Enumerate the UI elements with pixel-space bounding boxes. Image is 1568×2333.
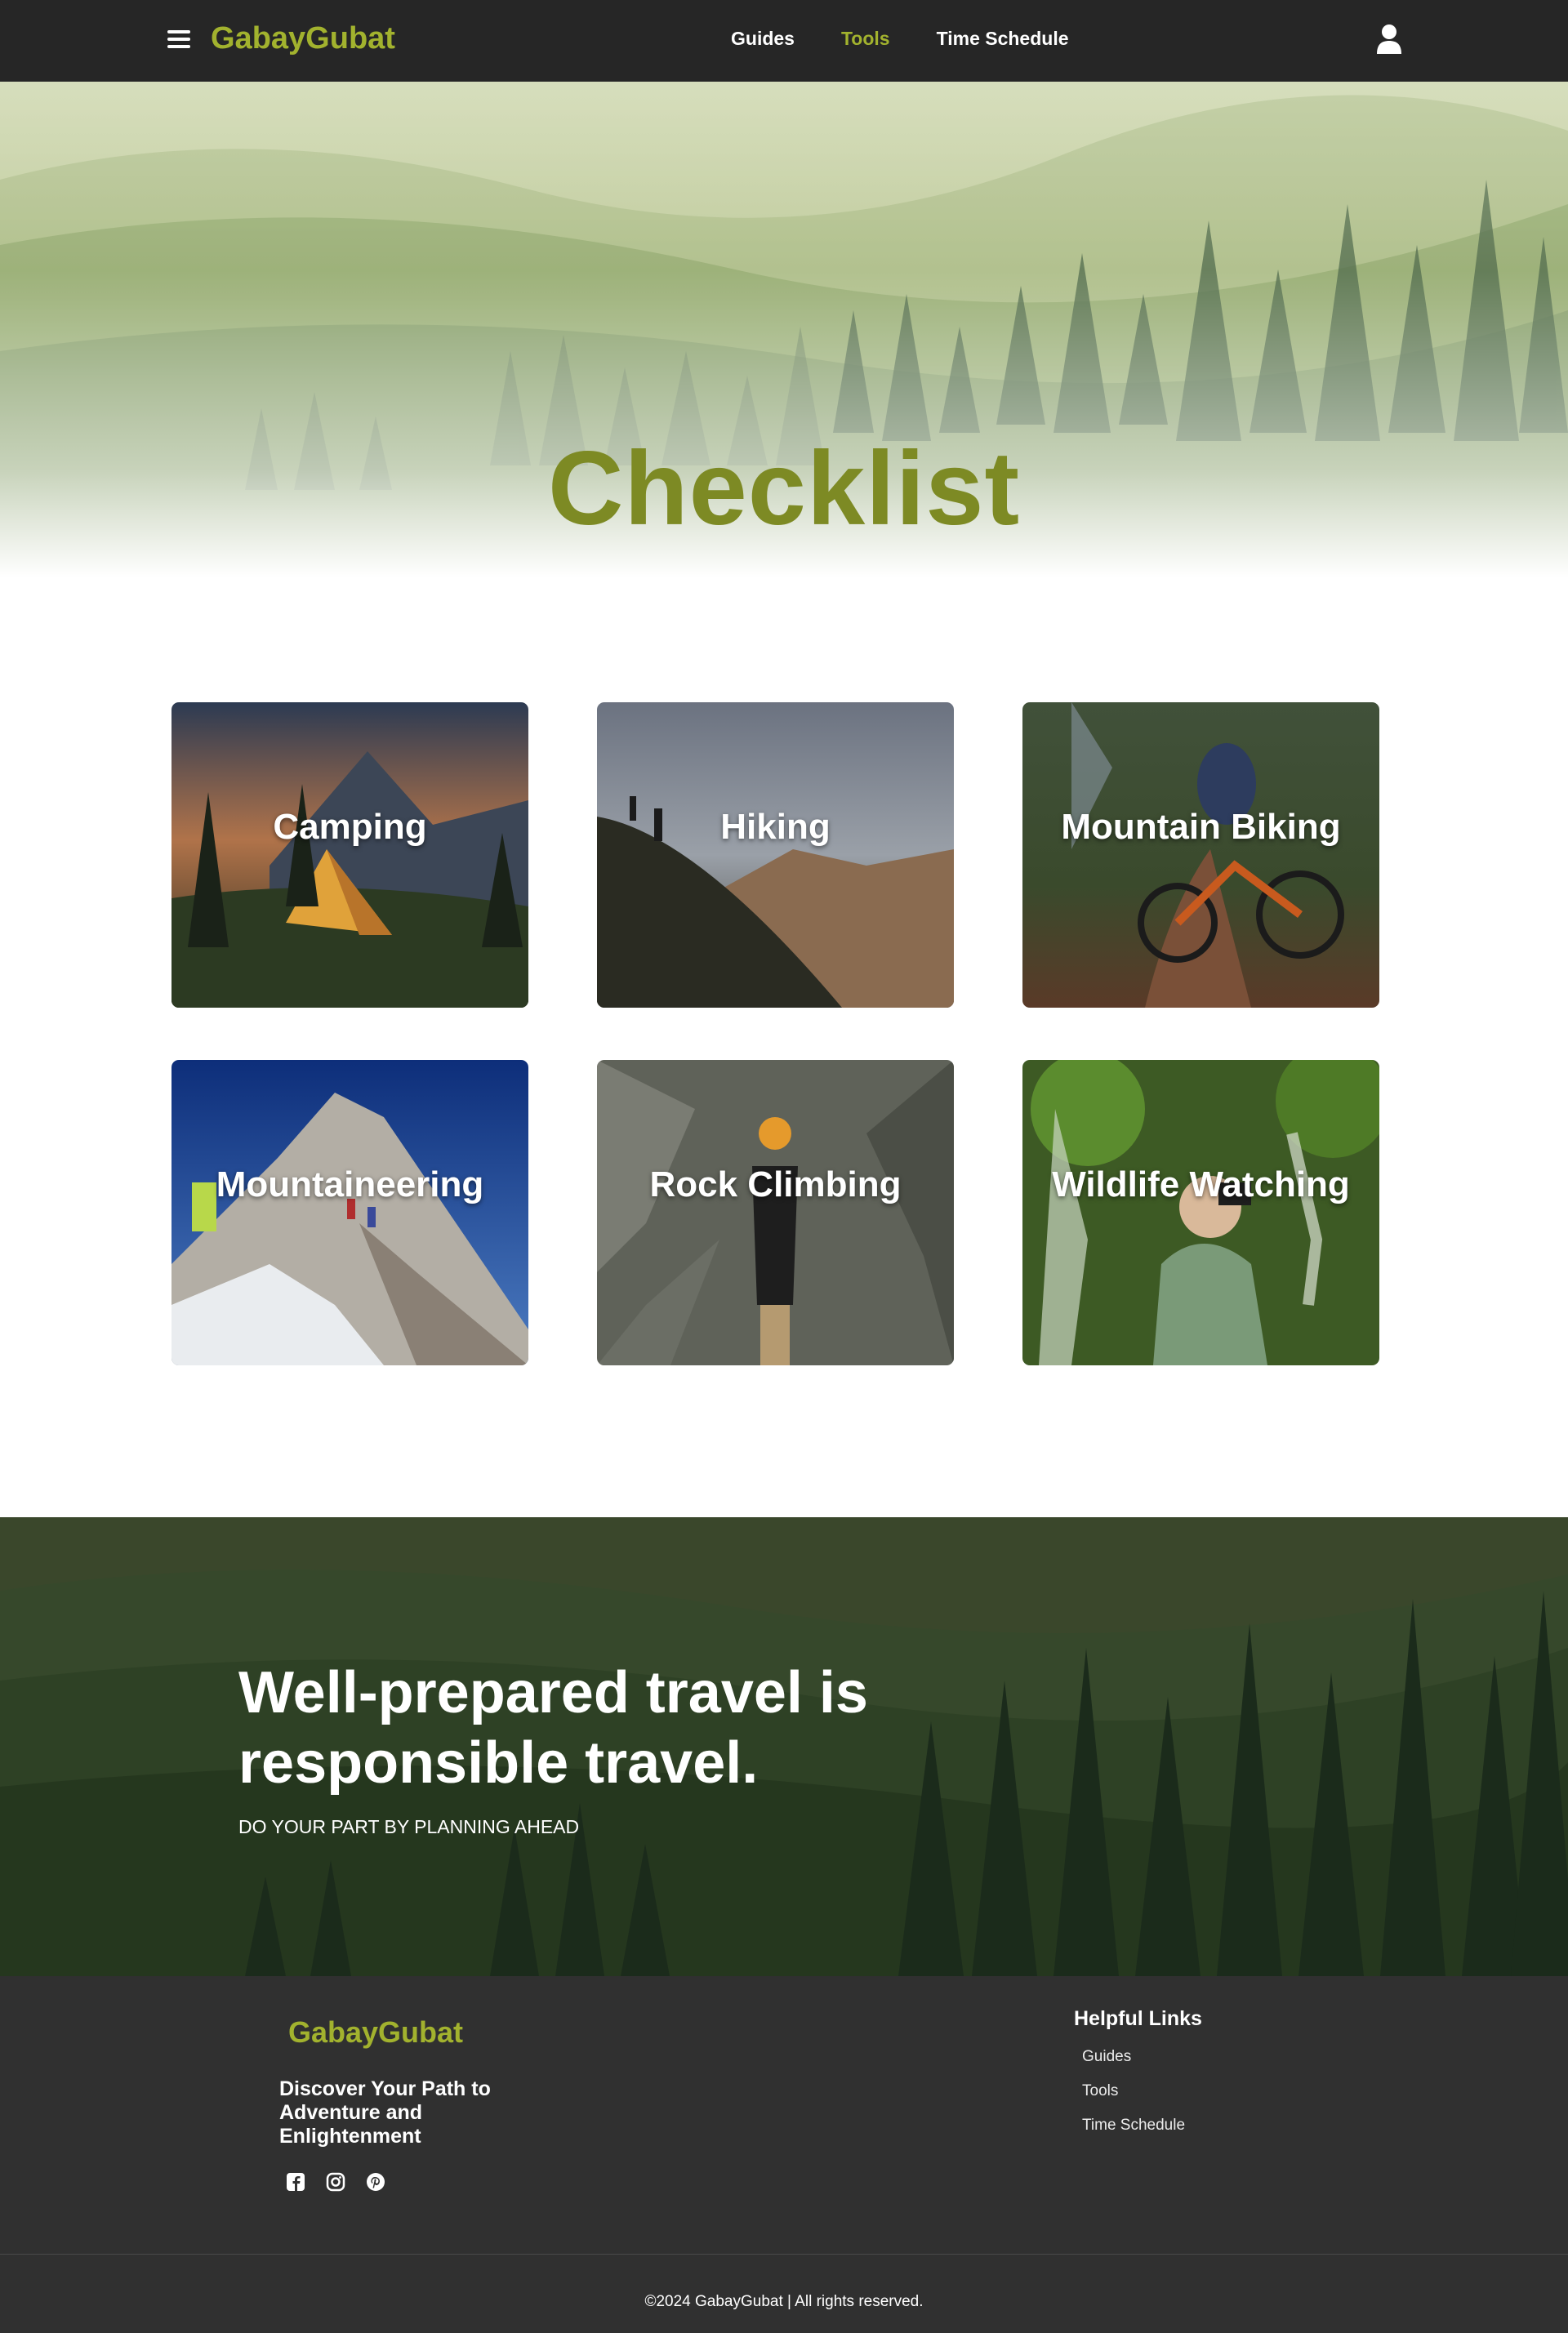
banner-title-line-2: responsible travel.	[238, 1730, 759, 1796]
nav-link-time-schedule[interactable]: Time Schedule	[937, 28, 1069, 50]
nav-link-guides[interactable]: Guides	[731, 28, 795, 50]
brand-logo[interactable]: GabayGubat	[211, 21, 395, 56]
nav-link-tools[interactable]: Tools	[841, 28, 890, 50]
hero-section: Checklist	[0, 82, 1568, 621]
hiking-image	[597, 702, 954, 1008]
card-label: Camping	[273, 807, 427, 847]
card-camping[interactable]: Camping	[172, 702, 528, 1008]
banner-subtitle: DO YOUR PART BY PLANNING AHEAD	[238, 1816, 580, 1837]
footer-link-time-schedule[interactable]: Time Schedule	[1082, 2117, 1185, 2134]
instagram-icon[interactable]	[325, 2171, 346, 2193]
card-label: Hiking	[720, 807, 831, 847]
card-label: Mountain Biking	[1061, 807, 1341, 847]
banner-title: Well-prepared travel is responsible trav…	[238, 1658, 973, 1798]
navbar: GabayGubat Guides Tools Time Schedule	[0, 0, 1568, 82]
copyright: ©2024 GabayGubat | All rights reserved.	[644, 2293, 924, 2310]
card-label: Wildlife Watching	[1052, 1164, 1350, 1204]
rock-climbing-image	[597, 1060, 954, 1365]
card-wildlife-watching[interactable]: Wildlife Watching	[1022, 1060, 1379, 1365]
card-hiking[interactable]: Hiking	[597, 702, 954, 1008]
wildlife-watching-image	[1022, 1060, 1379, 1365]
banner-title-line-1: Well-prepared travel is	[238, 1660, 868, 1725]
activity-grid: Camping Hiking Mountain Biking Mountaine…	[0, 621, 1568, 1517]
footer-link-guides[interactable]: Guides	[1082, 2048, 1131, 2065]
helpful-links-title: Helpful Links	[1074, 2007, 1202, 2030]
card-rock-climbing[interactable]: Rock Climbing	[597, 1060, 954, 1365]
footer-link-tools[interactable]: Tools	[1082, 2082, 1118, 2099]
footer: GabayGubat Discover Your Path to Adventu…	[0, 1976, 1568, 2333]
social-links	[285, 2171, 386, 2193]
mountain-biking-image	[1022, 702, 1379, 1008]
mountaineering-image	[172, 1060, 528, 1365]
card-mountain-biking[interactable]: Mountain Biking	[1022, 702, 1379, 1008]
list-item: Tools	[1082, 2082, 1185, 2117]
facebook-icon[interactable]	[285, 2171, 306, 2193]
footer-tagline: Discover Your Path to Adventure and Enli…	[279, 2077, 491, 2148]
footer-brand[interactable]: GabayGubat	[288, 2015, 463, 2050]
page-title: Checklist	[547, 430, 1021, 547]
hamburger-menu-icon[interactable]	[163, 26, 194, 56]
main-nav: Guides Tools Time Schedule	[731, 28, 1069, 50]
list-item: Time Schedule	[1082, 2117, 1185, 2151]
user-account-icon[interactable]	[1374, 23, 1405, 56]
cta-banner: Well-prepared travel is responsible trav…	[0, 1517, 1568, 1976]
camping-image	[172, 702, 528, 1008]
helpful-links-list: Guides Tools Time Schedule	[1082, 2048, 1185, 2151]
footer-divider	[0, 2254, 1568, 2255]
list-item: Guides	[1082, 2048, 1185, 2082]
card-label: Rock Climbing	[649, 1164, 902, 1204]
pinterest-icon[interactable]	[365, 2171, 386, 2193]
card-label: Mountaineering	[216, 1164, 484, 1204]
card-mountaineering[interactable]: Mountaineering	[172, 1060, 528, 1365]
